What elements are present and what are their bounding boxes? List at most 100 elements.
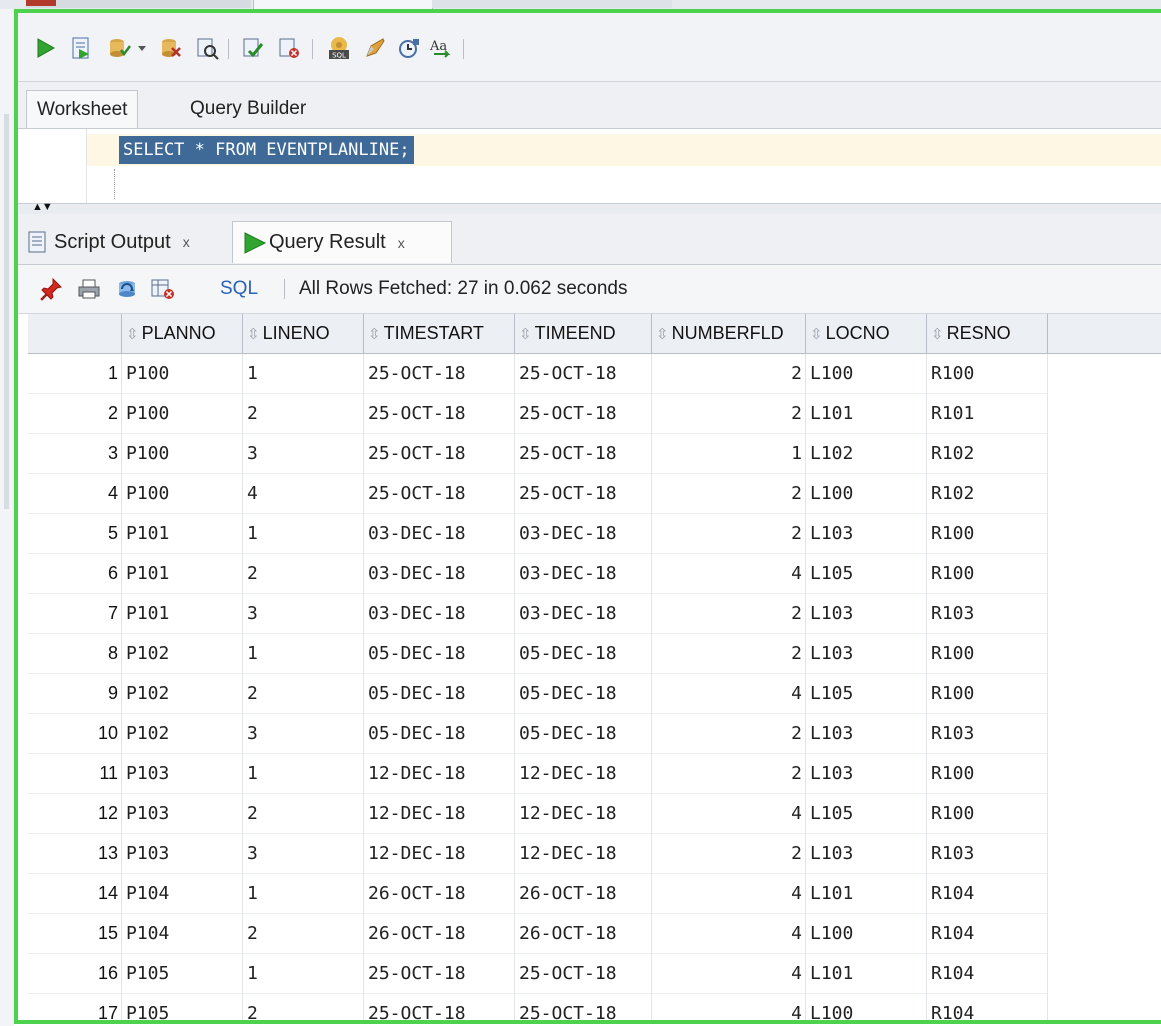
timestart-cell[interactable]: 12-DEC-18 xyxy=(364,794,515,834)
column-header-locno[interactable]: ⇳ LOCNO xyxy=(806,314,927,354)
numberfld-cell[interactable]: 2 xyxy=(652,754,806,794)
lineno-cell[interactable]: 2 xyxy=(243,794,364,834)
timeend-cell[interactable]: 03-DEC-18 xyxy=(515,554,652,594)
locno-cell[interactable]: L105 xyxy=(806,674,927,714)
format-icon[interactable] xyxy=(396,35,422,61)
planno-cell[interactable]: P105 xyxy=(122,954,243,994)
lineno-cell[interactable]: 2 xyxy=(243,994,364,1020)
locno-cell[interactable]: L103 xyxy=(806,834,927,874)
planno-cell[interactable]: P102 xyxy=(122,714,243,754)
timeend-cell[interactable]: 12-DEC-18 xyxy=(515,794,652,834)
column-header-planno[interactable]: ⇳ PLANNO xyxy=(122,314,243,354)
table-row[interactable]: 8 P102 1 05-DEC-18 05-DEC-18 2 L103 R100 xyxy=(28,634,1048,674)
planno-cell[interactable]: P101 xyxy=(122,554,243,594)
sort-icon[interactable]: ⇳ xyxy=(126,325,139,343)
numberfld-cell[interactable]: 4 xyxy=(652,994,806,1020)
locno-cell[interactable]: L103 xyxy=(806,514,927,554)
run-script-icon[interactable] xyxy=(68,35,94,61)
case-toggle-icon[interactable]: Aa xyxy=(428,35,454,61)
table-row[interactable]: 13 P103 3 12-DEC-18 12-DEC-18 2 L103 R103 xyxy=(28,834,1048,874)
table-row[interactable]: 1 P100 1 25-OCT-18 25-OCT-18 2 L100 R100 xyxy=(28,354,1048,394)
lineno-cell[interactable]: 3 xyxy=(243,594,364,634)
timestart-cell[interactable]: 05-DEC-18 xyxy=(364,634,515,674)
dropdown-arrow-icon[interactable] xyxy=(134,35,150,61)
close-script-output-icon[interactable]: x xyxy=(183,234,190,250)
lineno-cell[interactable]: 3 xyxy=(243,434,364,474)
timestart-cell[interactable]: 26-OCT-18 xyxy=(364,874,515,914)
table-row[interactable]: 16 P105 1 25-OCT-18 25-OCT-18 4 L101 R104 xyxy=(28,954,1048,994)
resno-cell[interactable]: R100 xyxy=(927,794,1048,834)
numberfld-cell[interactable]: 2 xyxy=(652,394,806,434)
lineno-cell[interactable]: 2 xyxy=(243,674,364,714)
clear-icon[interactable] xyxy=(362,35,388,61)
run-statement-icon[interactable] xyxy=(32,35,58,61)
timeend-cell[interactable]: 12-DEC-18 xyxy=(515,754,652,794)
planno-cell[interactable]: P101 xyxy=(122,594,243,634)
resno-cell[interactable]: R100 xyxy=(927,674,1048,714)
window-tab[interactable] xyxy=(26,0,251,8)
locno-cell[interactable]: L103 xyxy=(806,754,927,794)
sql-statement[interactable]: SELECT * FROM EVENTPLANLINE; xyxy=(119,136,414,164)
sort-icon[interactable]: ⇳ xyxy=(519,325,532,343)
numberfld-cell[interactable]: 4 xyxy=(652,914,806,954)
planno-cell[interactable]: P100 xyxy=(122,394,243,434)
locno-cell[interactable]: L102 xyxy=(806,434,927,474)
table-row[interactable]: 12 P103 2 12-DEC-18 12-DEC-18 4 L105 R100 xyxy=(28,794,1048,834)
numberfld-cell[interactable]: 2 xyxy=(652,594,806,634)
timestart-cell[interactable]: 25-OCT-18 xyxy=(364,954,515,994)
numberfld-cell[interactable]: 2 xyxy=(652,714,806,754)
timeend-cell[interactable]: 25-OCT-18 xyxy=(515,994,652,1020)
tab-script-output[interactable]: Script Output x xyxy=(26,221,226,263)
numberfld-cell[interactable]: 4 xyxy=(652,954,806,994)
refresh-icon[interactable] xyxy=(114,276,140,302)
numberfld-cell[interactable]: 2 xyxy=(652,634,806,674)
numberfld-cell[interactable]: 2 xyxy=(652,354,806,394)
locno-cell[interactable]: L100 xyxy=(806,474,927,514)
lineno-cell[interactable]: 4 xyxy=(243,474,364,514)
locno-cell[interactable]: L100 xyxy=(806,354,927,394)
locno-cell[interactable]: L101 xyxy=(806,954,927,994)
timeend-cell[interactable]: 25-OCT-18 xyxy=(515,434,652,474)
lineno-cell[interactable]: 1 xyxy=(243,634,364,674)
planno-cell[interactable]: P100 xyxy=(122,474,243,514)
column-header-timestart[interactable]: ⇳ TIMESTART xyxy=(364,314,515,354)
resno-cell[interactable]: R100 xyxy=(927,634,1048,674)
sql-editor[interactable]: SELECT * FROM EVENTPLANLINE; xyxy=(18,129,1161,203)
resno-cell[interactable]: R100 xyxy=(927,754,1048,794)
numberfld-cell[interactable]: 4 xyxy=(652,794,806,834)
table-row[interactable]: 10 P102 3 05-DEC-18 05-DEC-18 2 L103 R103 xyxy=(28,714,1048,754)
locno-cell[interactable]: L100 xyxy=(806,914,927,954)
table-row[interactable]: 11 P103 1 12-DEC-18 12-DEC-18 2 L103 R100 xyxy=(28,754,1048,794)
timestart-cell[interactable]: 03-DEC-18 xyxy=(364,554,515,594)
planno-cell[interactable]: P101 xyxy=(122,514,243,554)
planno-cell[interactable]: P105 xyxy=(122,994,243,1020)
numberfld-cell[interactable]: 2 xyxy=(652,834,806,874)
autotrace-icon[interactable] xyxy=(158,35,184,61)
splitter-arrows-icon[interactable]: ▲▼ xyxy=(32,201,53,213)
lineno-cell[interactable]: 1 xyxy=(243,754,364,794)
resno-cell[interactable]: R102 xyxy=(927,474,1048,514)
sort-icon[interactable]: ⇳ xyxy=(656,325,669,343)
timestart-cell[interactable]: 25-OCT-18 xyxy=(364,354,515,394)
resno-cell[interactable]: R101 xyxy=(927,394,1048,434)
timeend-cell[interactable]: 25-OCT-18 xyxy=(515,394,652,434)
timeend-cell[interactable]: 25-OCT-18 xyxy=(515,954,652,994)
sql-link[interactable]: SQL xyxy=(220,278,258,300)
timestart-cell[interactable]: 12-DEC-18 xyxy=(364,754,515,794)
lineno-cell[interactable]: 2 xyxy=(243,554,364,594)
numberfld-cell[interactable]: 1 xyxy=(652,434,806,474)
table-row[interactable]: 7 P101 3 03-DEC-18 03-DEC-18 2 L103 R103 xyxy=(28,594,1048,634)
planno-cell[interactable]: P104 xyxy=(122,914,243,954)
timeend-cell[interactable]: 03-DEC-18 xyxy=(515,594,652,634)
sql-history-icon[interactable]: SQL xyxy=(326,35,352,61)
planno-cell[interactable]: P100 xyxy=(122,434,243,474)
table-row[interactable]: 6 P101 2 03-DEC-18 03-DEC-18 4 L105 R100 xyxy=(28,554,1048,594)
numberfld-cell[interactable]: 4 xyxy=(652,554,806,594)
timestart-cell[interactable]: 25-OCT-18 xyxy=(364,474,515,514)
table-row[interactable]: 9 P102 2 05-DEC-18 05-DEC-18 4 L105 R100 xyxy=(28,674,1048,714)
numberfld-cell[interactable]: 2 xyxy=(652,474,806,514)
timestart-cell[interactable]: 05-DEC-18 xyxy=(364,674,515,714)
timestart-cell[interactable]: 12-DEC-18 xyxy=(364,834,515,874)
clear-results-icon[interactable] xyxy=(150,276,176,302)
locno-cell[interactable]: L103 xyxy=(806,714,927,754)
